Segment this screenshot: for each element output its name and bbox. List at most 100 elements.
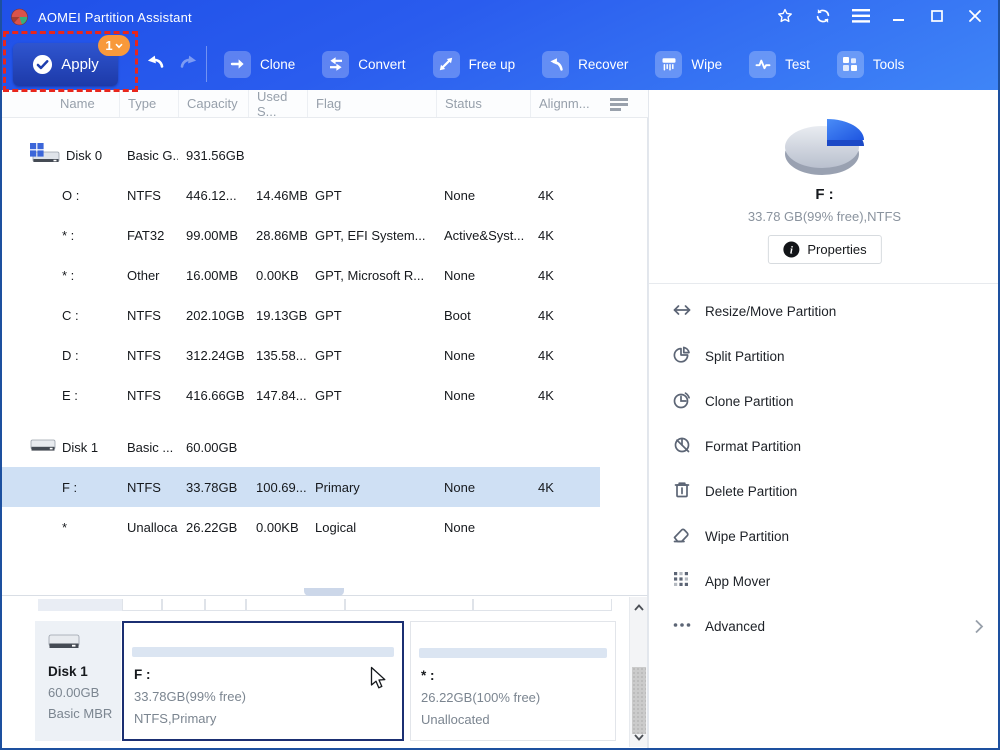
cell-align: 4K (530, 228, 600, 243)
column-header-type[interactable]: Type (119, 90, 178, 117)
clone-icon (224, 51, 251, 78)
scroll-down-button[interactable] (630, 730, 648, 744)
star-icon (776, 7, 794, 28)
partition-row[interactable]: * :Other16.00MB0.00KBGPT, Microsoft R...… (0, 255, 600, 295)
update-button[interactable] (804, 0, 842, 34)
partition-box-f[interactable]: F : 33.78GB(99% free) NTFS,Primary (122, 621, 404, 741)
favorite-button[interactable] (766, 0, 804, 34)
undo-icon (142, 51, 168, 75)
column-header-align[interactable]: Alignm... (530, 90, 600, 117)
advanced-icon (671, 614, 693, 639)
cell-capacity: 931.56GB (178, 148, 248, 163)
toolbar-button-test[interactable]: Test (749, 44, 810, 84)
vertical-scrollbar[interactable] (629, 597, 647, 747)
table-header: NameTypeCapacityUsed S...FlagStatusAlign… (0, 90, 648, 118)
column-header-used[interactable]: Used S... (248, 90, 307, 117)
cell-align: 4K (530, 480, 600, 495)
redo-icon (176, 51, 202, 75)
partition-row[interactable]: C :NTFS202.10GB19.13GBGPTBoot4K (0, 295, 600, 335)
action-split[interactable]: Split Partition (649, 334, 1000, 379)
cell-used: 147.84... (248, 388, 307, 403)
scrollbar-thumb[interactable] (632, 667, 646, 734)
cell-flag: GPT (307, 308, 436, 323)
disk1-info-block[interactable]: Disk 1 60.00GB Basic MBR (35, 621, 121, 741)
resize-icon (671, 299, 693, 324)
divider (649, 283, 1000, 284)
toolbar-button-convert[interactable]: Convert (322, 44, 405, 84)
disk-info-clipped (38, 599, 122, 611)
action-format[interactable]: Format Partition (649, 424, 1000, 469)
selected-partition-info: 33.78 GB(99% free),NTFS (649, 209, 1000, 224)
action-label: Resize/Move Partition (705, 304, 836, 319)
cell-status: None (436, 520, 530, 535)
clone-icon (671, 389, 693, 414)
menu-button[interactable] (842, 0, 880, 34)
close-button[interactable] (956, 0, 994, 34)
action-wipe[interactable]: Wipe Partition (649, 514, 1000, 559)
toolbar-button-tools[interactable]: Tools (837, 44, 905, 84)
column-header-status[interactable]: Status (436, 90, 530, 117)
partition-row[interactable]: O :NTFS446.12...14.46MBGPTNone4K (0, 175, 600, 215)
cell-status: None (436, 348, 530, 363)
cell-name: F : (0, 480, 119, 495)
chevron-up-icon (634, 604, 644, 611)
cell-name: E : (0, 388, 119, 403)
partition-row[interactable]: * :FAT3299.00MB28.86MBGPT, EFI System...… (0, 215, 600, 255)
column-header-flag[interactable]: Flag (307, 90, 436, 117)
partition-row[interactable]: D :NTFS312.24GB135.58...GPTNone4K (0, 335, 600, 375)
cell-capacity: 16.00MB (178, 268, 248, 283)
column-header-name[interactable]: Name (0, 90, 119, 117)
cell-align: 4K (530, 388, 600, 403)
pending-operations-badge[interactable]: 1 (98, 35, 130, 56)
cell-used: 0.00KB (248, 520, 307, 535)
split-icon (671, 344, 693, 369)
toolbar-button-label: Convert (358, 57, 405, 72)
cell-type: Basic ... (119, 440, 178, 455)
cell-name: C : (0, 308, 119, 323)
partition-row[interactable]: F :NTFS33.78GB100.69...PrimaryNone4K (0, 467, 600, 507)
cell-used: 0.00KB (248, 268, 307, 283)
partition-box-unallocated[interactable]: * : 26.22GB(100% free) Unallocated (410, 621, 616, 741)
toolbar-button-freeup[interactable]: Free up (433, 44, 516, 84)
scroll-up-button[interactable] (630, 600, 648, 614)
partition-box-clipped (162, 599, 205, 611)
chevron-down-icon (634, 734, 644, 741)
column-options-button[interactable] (609, 97, 629, 114)
action-advanced[interactable]: Advanced (649, 604, 1000, 649)
column-header-capacity[interactable]: Capacity (178, 90, 248, 117)
undo-button[interactable] (141, 50, 169, 76)
action-delete[interactable]: Delete Partition (649, 469, 1000, 514)
disk-row[interactable]: Disk 1Basic ...60.00GB (0, 427, 600, 467)
maximize-icon (931, 10, 943, 25)
redo-button[interactable] (175, 50, 203, 76)
properties-button[interactable]: i Properties (767, 235, 881, 264)
partition-pie-chart (769, 106, 881, 182)
toolbar-button-label: Tools (873, 57, 905, 72)
partition-name: F : (134, 667, 402, 682)
toolbar-button-recover[interactable]: Recover (542, 44, 628, 84)
maximize-button[interactable] (918, 0, 956, 34)
toolbar-button-clone[interactable]: Clone (224, 44, 295, 84)
partition-row[interactable]: *Unalloca...26.22GB0.00KBLogicalNone (0, 507, 600, 547)
recover-icon (542, 51, 569, 78)
disk-capacity: 60.00GB (48, 685, 121, 700)
convert-icon (322, 51, 349, 78)
appmover-icon (671, 569, 693, 594)
action-resize[interactable]: Resize/Move Partition (649, 289, 1000, 334)
action-appmover[interactable]: App Mover (649, 559, 1000, 604)
minimize-button[interactable] (880, 0, 918, 34)
list-icon (609, 97, 629, 111)
disk-icon (48, 631, 80, 653)
cell-capacity: 312.24GB (178, 348, 248, 363)
toolbar-button-wipe[interactable]: Wipe (655, 44, 722, 84)
cell-name-text: E : (62, 388, 78, 403)
cell-status: Boot (436, 308, 530, 323)
partition-row[interactable]: E :NTFS416.66GB147.84...GPTNone4K (0, 375, 600, 415)
cell-align: 4K (530, 268, 600, 283)
delete-icon (671, 479, 693, 504)
action-clone[interactable]: Clone Partition (649, 379, 1000, 424)
disk-row[interactable]: Disk 0Basic G...931.56GB (0, 135, 600, 175)
toolbar-button-label: Free up (469, 57, 516, 72)
panel-splitter-handle[interactable] (304, 588, 344, 596)
badge-count: 1 (105, 38, 112, 53)
